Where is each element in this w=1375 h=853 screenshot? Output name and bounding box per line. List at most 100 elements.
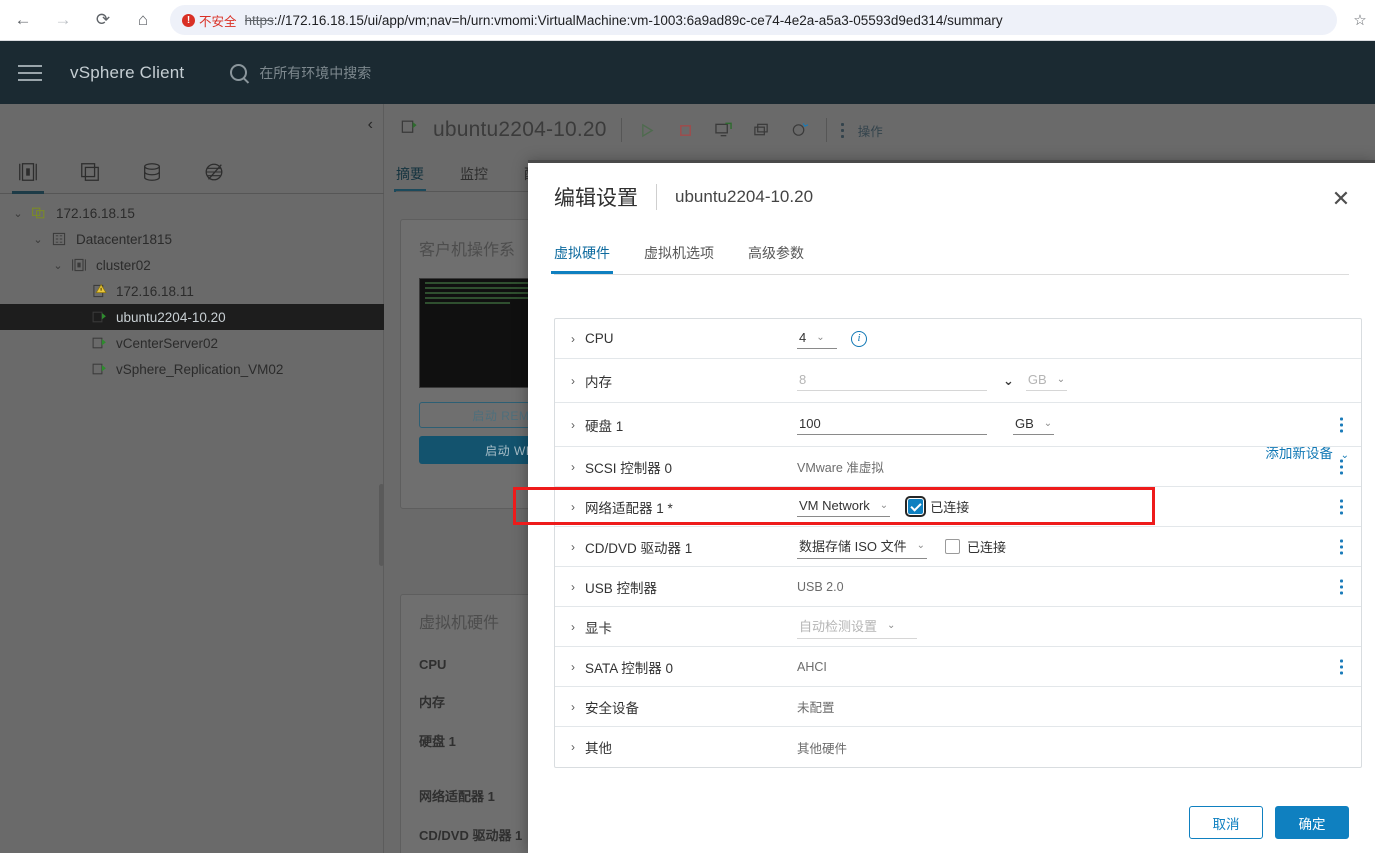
- power-off-icon[interactable]: [674, 119, 698, 141]
- hardware-row-label: 显卡: [585, 620, 612, 636]
- dropdown-value: 自动检测设置: [799, 618, 878, 634]
- ok-button[interactable]: 确定: [1275, 806, 1349, 839]
- actions-label[interactable]: 操作: [858, 121, 883, 140]
- hardware-row-dropdown[interactable]: VM Network ⌄: [797, 497, 891, 517]
- sidebar-tab-hosts-and-clusters[interactable]: [8, 154, 48, 194]
- tree-item-vsphere-replication-vm02[interactable]: vSphere_Replication_VM02: [0, 356, 384, 382]
- bookmark-star-icon[interactable]: ☆: [1345, 11, 1375, 29]
- divider: [620, 118, 622, 142]
- dialog-tab-0[interactable]: 虚拟硬件: [551, 243, 613, 274]
- hardware-row-unit-dropdown[interactable]: GB ⌄: [1025, 371, 1068, 391]
- chevron-down-icon[interactable]: ⌄: [48, 259, 68, 272]
- chevron-right-icon[interactable]: ›: [571, 418, 585, 432]
- hardware-row-dropdown[interactable]: 自动检测设置 ⌄: [797, 615, 917, 639]
- hardware-row-value: USB 2.0: [797, 579, 844, 594]
- tree-item-label: cluster02: [96, 257, 151, 273]
- sidebar-tab-vms-and-templates[interactable]: [70, 154, 110, 190]
- tree-item-vcenterserver02[interactable]: vCenterServer02: [0, 330, 384, 356]
- datastore-icon: [144, 163, 160, 181]
- hardware-row: › 网络适配器 1 * VM Network ⌄ 已连接: [555, 487, 1361, 527]
- hardware-row-control: 自动检测设置 ⌄: [797, 615, 917, 639]
- chevron-down-icon[interactable]: ⌄: [28, 233, 48, 246]
- vcenter-icon: [28, 205, 50, 221]
- hardware-row-input[interactable]: [797, 370, 987, 391]
- chevron-right-icon[interactable]: ›: [571, 580, 585, 594]
- reload-icon[interactable]: ⟳: [86, 3, 120, 37]
- dialog-tab-1[interactable]: 虚拟机选项: [644, 243, 714, 274]
- open-console-icon[interactable]: [712, 119, 736, 141]
- inventory-tree: ⌄ 172.16.18.15 ⌄ Datacenter1815 ⌄ cluster02 17…: [0, 200, 384, 382]
- hardware-row-input[interactable]: [797, 414, 987, 435]
- hardware-row-unit-dropdown[interactable]: GB ⌄: [1013, 415, 1055, 435]
- chevron-right-icon[interactable]: ›: [571, 660, 585, 674]
- tree-item-datacenter1815[interactable]: ⌄ Datacenter1815: [0, 226, 384, 252]
- row-menu-icon[interactable]: [1340, 659, 1343, 674]
- sidebar-tab-networking[interactable]: [194, 154, 234, 190]
- hardware-row: › 其他 其他硬件: [555, 727, 1361, 767]
- sidebar-tab-storage[interactable]: [132, 154, 172, 190]
- object-tab-0[interactable]: 摘要: [394, 164, 426, 192]
- connected-checkbox[interactable]: [905, 496, 927, 517]
- connected-checkbox[interactable]: [945, 539, 961, 554]
- hardware-row-control: 4 ⌄ i: [797, 329, 867, 349]
- tree-item-172.16.18.15[interactable]: ⌄ 172.16.18.15: [0, 200, 384, 226]
- dialog-top-edge: [528, 160, 1375, 163]
- chevron-right-icon[interactable]: ›: [571, 620, 585, 634]
- hardware-row: › 显卡 自动检测设置 ⌄: [555, 607, 1361, 647]
- row-menu-icon[interactable]: [1340, 579, 1343, 594]
- info-icon[interactable]: i: [851, 330, 867, 347]
- migrate-icon[interactable]: [788, 119, 812, 141]
- chevron-right-icon[interactable]: ›: [571, 700, 585, 714]
- hamburger-menu-icon[interactable]: [18, 64, 48, 81]
- chevron-right-icon[interactable]: ›: [571, 500, 585, 514]
- close-icon[interactable]: ✕: [1329, 188, 1353, 212]
- connected-checkbox-label: 已连接: [930, 500, 970, 515]
- row-menu-icon[interactable]: [1340, 499, 1343, 514]
- dialog-tab-2[interactable]: 高级参数: [748, 243, 804, 274]
- chevron-right-icon[interactable]: ›: [571, 460, 585, 474]
- vm-running-icon: [88, 361, 110, 377]
- actions-kebab-icon[interactable]: [840, 122, 844, 138]
- chevron-right-icon[interactable]: ›: [571, 332, 585, 346]
- screen: ← → ⟳ ⌂ ! 不安全 https://172.16.18.15/ui/ap…: [0, 0, 1375, 853]
- snapshot-icon[interactable]: [750, 119, 774, 141]
- hardware-row-label: 其他: [585, 741, 612, 756]
- site-security-badge[interactable]: ! 不安全: [182, 11, 237, 30]
- object-tab-1[interactable]: 监控: [460, 164, 488, 192]
- global-search[interactable]: 在所有环境中搜索: [230, 63, 371, 83]
- row-menu-icon[interactable]: [1340, 417, 1343, 432]
- hardware-row: › SCSI 控制器 0 VMware 准虚拟: [555, 447, 1361, 487]
- hardware-row: ›硬盘 1 GB ⌄: [555, 403, 1361, 447]
- back-arrow-icon[interactable]: ←: [6, 3, 40, 37]
- forward-arrow-icon[interactable]: →: [46, 3, 80, 37]
- security-label: 不安全: [199, 14, 237, 29]
- hardware-row-dropdown[interactable]: 4 ⌄: [797, 329, 837, 349]
- chevron-left-icon[interactable]: ‹: [368, 116, 373, 134]
- hardware-row-value: AHCI: [797, 659, 827, 674]
- tree-item-label: vSphere_Replication_VM02: [116, 361, 284, 377]
- tree-item-ubuntu2204-10.20[interactable]: ubuntu2204-10.20: [0, 304, 384, 330]
- tree-item-cluster02[interactable]: ⌄ cluster02: [0, 252, 384, 278]
- hardware-row-dropdown[interactable]: 数据存储 ISO 文件 ⌄: [797, 535, 928, 559]
- chevron-right-icon[interactable]: ›: [571, 540, 585, 554]
- chevron-right-icon[interactable]: ›: [571, 740, 585, 754]
- chevron-right-icon[interactable]: ›: [571, 374, 585, 388]
- inventory-scrollbar[interactable]: [379, 484, 384, 566]
- chevron-down-icon[interactable]: ⌄: [8, 207, 28, 220]
- row-menu-icon[interactable]: [1340, 459, 1343, 474]
- datacenter-icon: [48, 231, 70, 247]
- vm-hardware-label: CD/DVD 驱动器 1: [419, 828, 523, 843]
- row-menu-icon[interactable]: [1340, 539, 1343, 554]
- chevron-down-icon: ⌄: [816, 331, 825, 343]
- tree-item-172.16.18.11[interactable]: 172.16.18.11: [0, 278, 384, 304]
- hardware-row-control: GB ⌄: [797, 414, 1055, 435]
- connected-checkbox-group: 已连接: [905, 496, 970, 517]
- url-text: https://172.16.18.15/ui/app/vm;nav=h/urn…: [245, 13, 1003, 28]
- power-on-icon[interactable]: [636, 119, 660, 141]
- hardware-row-label: USB 控制器: [585, 580, 658, 596]
- cancel-button[interactable]: 取消: [1189, 806, 1263, 839]
- chevron-down-icon[interactable]: ⌄: [1003, 373, 1014, 389]
- home-icon[interactable]: ⌂: [126, 3, 160, 37]
- tree-item-label: ubuntu2204-10.20: [116, 309, 226, 325]
- address-bar[interactable]: ! 不安全 https://172.16.18.15/ui/app/vm;nav…: [170, 5, 1337, 35]
